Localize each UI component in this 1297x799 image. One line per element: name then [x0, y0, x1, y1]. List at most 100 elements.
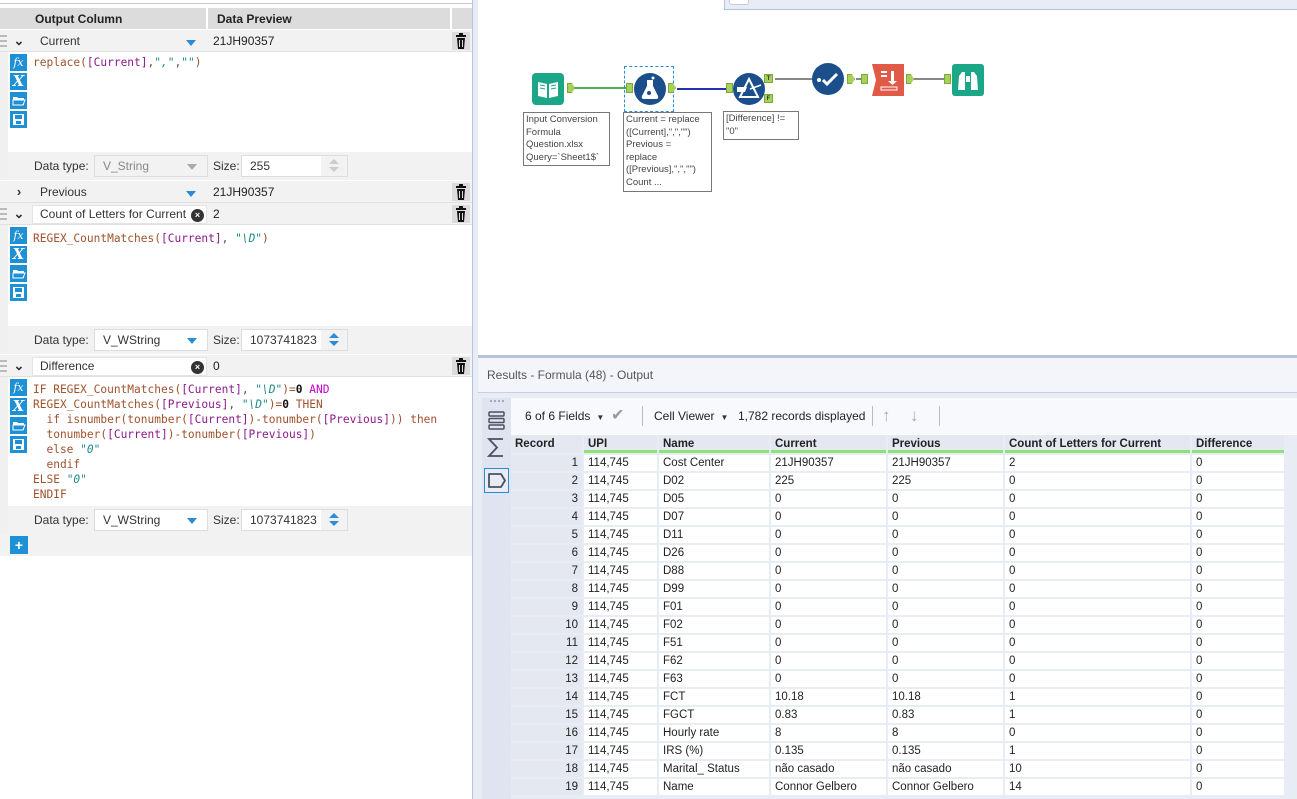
table-cell[interactable]: F62 — [659, 653, 769, 669]
clear-icon[interactable]: × — [191, 209, 204, 222]
table-cell[interactable]: 114,745 — [584, 761, 657, 777]
table-cell[interactable]: 114,745 — [584, 527, 657, 543]
table-cell[interactable]: 0 — [771, 617, 886, 633]
strip-tab[interactable] — [729, 0, 749, 5]
table-cell[interactable]: Hourly rate — [659, 725, 769, 741]
table-cell[interactable]: 114,745 — [584, 563, 657, 579]
table-cell[interactable]: 0.83 — [888, 707, 1003, 723]
table-cell[interactable]: 0.135 — [888, 743, 1003, 759]
table-cell[interactable]: 0 — [771, 545, 886, 561]
column-header[interactable]: Count of Letters for Current — [1005, 435, 1190, 453]
table-cell[interactable]: 0 — [1005, 671, 1190, 687]
table-cell[interactable]: 8 — [771, 725, 886, 741]
table-cell[interactable]: Connor Gelbero — [771, 779, 886, 795]
size-input[interactable]: 1073741823 — [241, 329, 348, 351]
expression-text[interactable]: replace([Current],",","") — [33, 55, 201, 70]
table-cell[interactable]: 225 — [771, 473, 886, 489]
clear-icon[interactable]: × — [191, 361, 204, 374]
open-folder-icon[interactable] — [10, 417, 27, 434]
table-cell[interactable]: 0 — [1192, 779, 1284, 795]
table-cell[interactable]: 1 — [1005, 743, 1190, 759]
table-cell[interactable]: 0 — [771, 527, 886, 543]
output-column-select[interactable]: Current — [32, 32, 207, 51]
column-header[interactable]: Record — [511, 435, 582, 453]
table-cell[interactable]: 114,745 — [584, 707, 657, 723]
output-column-input[interactable]: Difference × — [32, 357, 207, 376]
table-cell[interactable]: 114,745 — [584, 473, 657, 489]
expression-editor-current[interactable]: fx X replace([Current],",","") — [0, 52, 474, 152]
input-anchor[interactable] — [944, 74, 951, 84]
open-folder-icon[interactable] — [10, 265, 27, 282]
table-cell[interactable]: 0.135 — [771, 743, 886, 759]
formula-annotation[interactable]: Current = replace ([Current],",","") Pre… — [623, 112, 712, 192]
table-cell[interactable]: 0 — [1192, 527, 1284, 543]
drag-handle[interactable] — [0, 360, 7, 372]
table-cell[interactable]: 0 — [1005, 725, 1190, 741]
table-row[interactable]: 9 114,745 F01 0 0 0 0 — [511, 599, 1284, 615]
table-cell[interactable]: 0 — [1192, 491, 1284, 507]
table-cell[interactable]: 0 — [1005, 473, 1190, 489]
function-icon[interactable]: fx — [10, 227, 27, 244]
input-anchor[interactable] — [626, 83, 633, 93]
table-cell[interactable]: D02 — [659, 473, 769, 489]
table-cell[interactable]: 21JH90357 — [771, 455, 886, 471]
table-cell[interactable]: 0 — [1005, 581, 1190, 597]
arrow-down-icon[interactable] — [329, 521, 339, 526]
table-cell[interactable]: 114,745 — [584, 779, 657, 795]
table-cell[interactable]: IRS (%) — [659, 743, 769, 759]
expression-text[interactable]: IF REGEX_CountMatches([Current], "\D")=0… — [33, 382, 437, 502]
table-cell[interactable]: 0 — [1005, 599, 1190, 615]
cell-viewer-dropdown[interactable]: Cell Viewer ▼ — [654, 398, 728, 436]
table-cell[interactable]: 114,745 — [584, 689, 657, 705]
input-annotation[interactable]: Input Conversion Formula Question.xlsx Q… — [523, 112, 610, 167]
drag-handle[interactable] — [0, 208, 7, 220]
table-cell[interactable]: 10.18 — [771, 689, 886, 705]
record-number-cell[interactable]: 9 — [511, 599, 582, 615]
size-stepper[interactable] — [321, 510, 347, 530]
formula-row-difference[interactable]: ⌄ Difference × 0 — [0, 355, 474, 377]
table-row[interactable]: 18 114,745 Marital_ Status não casado não ca… — [511, 761, 1284, 777]
table-cell[interactable]: F01 — [659, 599, 769, 615]
output-anchor[interactable] — [567, 83, 575, 93]
table-row[interactable]: 7 114,745 D88 0 0 0 0 — [511, 563, 1284, 579]
record-number-cell[interactable]: 7 — [511, 563, 582, 579]
output-anchor[interactable] — [668, 83, 676, 93]
browse-tool[interactable] — [952, 64, 984, 96]
expression-editor-count-letters[interactable]: fx X REGEX_CountMatches([Current], "\D") — [0, 225, 474, 326]
input-anchor[interactable] — [726, 83, 733, 93]
arrow-up-icon[interactable] — [329, 513, 339, 518]
table-row[interactable]: 16 114,745 Hourly rate 8 8 0 0 — [511, 725, 1284, 741]
chevron-right-icon[interactable]: › — [11, 181, 27, 203]
column-header[interactable]: Name — [659, 435, 769, 453]
select-tool[interactable] — [812, 63, 844, 95]
data-type-select[interactable]: V_WString — [94, 329, 208, 351]
record-number-cell[interactable]: 19 — [511, 779, 582, 795]
table-row[interactable]: 1 114,745 Cost Center 21JH90357 21JH90357 2 0 — [511, 455, 1284, 471]
variable-icon[interactable]: X — [10, 398, 27, 415]
table-cell[interactable]: 114,745 — [584, 743, 657, 759]
table-cell[interactable]: 0 — [771, 491, 886, 507]
data-view-button[interactable] — [484, 468, 509, 493]
checkmark-icon[interactable]: ✔ — [611, 398, 624, 434]
sort-tool[interactable] — [872, 64, 904, 96]
table-cell[interactable]: F63 — [659, 671, 769, 687]
metadata-view-button[interactable] — [484, 435, 509, 460]
table-cell[interactable]: 0 — [1192, 617, 1284, 633]
table-cell[interactable]: 0 — [888, 635, 1003, 651]
table-cell[interactable]: 0 — [888, 599, 1003, 615]
table-row[interactable]: 8 114,745 D99 0 0 0 0 — [511, 581, 1284, 597]
table-cell[interactable]: 114,745 — [584, 635, 657, 651]
table-row[interactable]: 4 114,745 D07 0 0 0 0 — [511, 509, 1284, 525]
table-cell[interactable]: Connor Gelbero — [888, 779, 1003, 795]
table-cell[interactable]: 0 — [888, 509, 1003, 525]
output-anchor[interactable] — [847, 74, 855, 84]
size-input[interactable]: 1073741823 — [241, 509, 348, 531]
record-number-cell[interactable]: 2 — [511, 473, 582, 489]
open-folder-icon[interactable] — [10, 92, 27, 109]
table-cell[interactable]: 114,745 — [584, 491, 657, 507]
table-cell[interactable]: 0 — [1005, 563, 1190, 579]
table-row[interactable]: 19 114,745 Name Connor Gelbero Connor Gelber… — [511, 779, 1284, 795]
record-number-cell[interactable]: 3 — [511, 491, 582, 507]
table-cell[interactable]: Name — [659, 779, 769, 795]
table-cell[interactable]: 114,745 — [584, 653, 657, 669]
